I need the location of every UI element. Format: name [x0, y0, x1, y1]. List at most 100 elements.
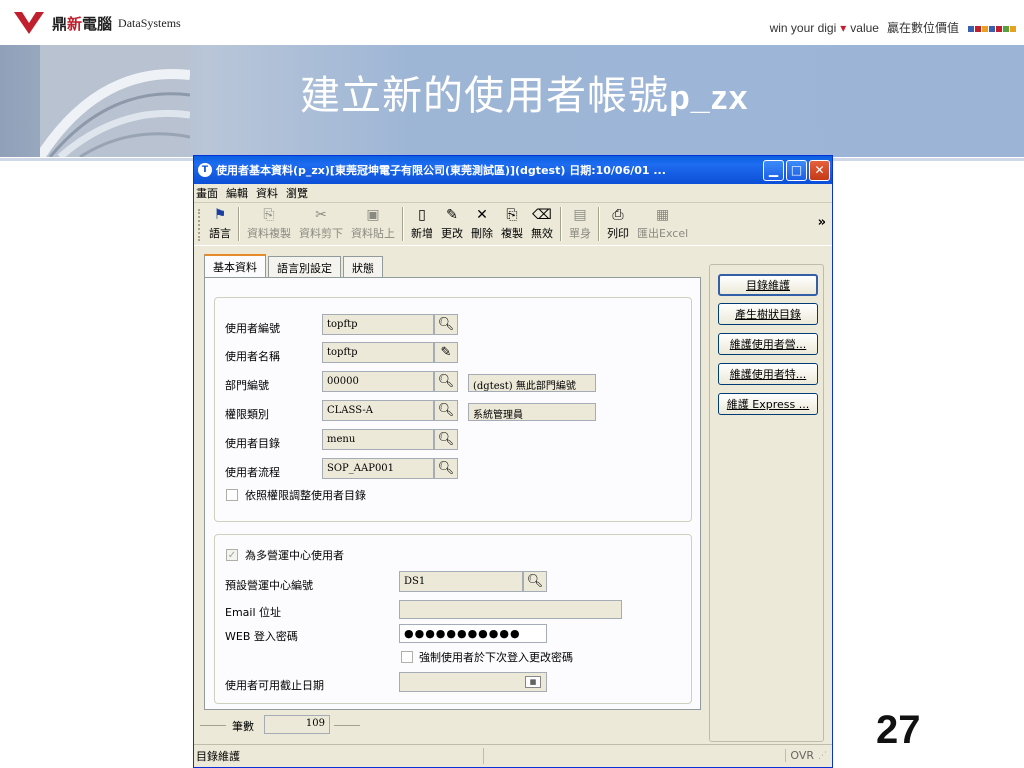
dept-field[interactable]: 00000	[322, 371, 434, 392]
user-name-field[interactable]: topftp	[322, 342, 434, 363]
pencil-icon: ✎	[440, 345, 452, 360]
adjust-menu-label: 依照權限調整使用者目錄	[245, 489, 366, 502]
toolbar-paste-button[interactable]: ▣ 資料貼上	[347, 203, 399, 241]
toolbar-invalid-button[interactable]: ⌫ 無效	[527, 203, 557, 241]
user-name-label: 使用者名稱	[225, 350, 280, 363]
record-count-label: 筆數	[232, 720, 254, 733]
search-icon: 🔍︎	[526, 574, 544, 589]
flag-icon: ⚑	[213, 207, 227, 223]
toolbar-grip[interactable]	[198, 209, 202, 241]
maintain-express-button[interactable]: 維護 Express ...	[718, 393, 818, 415]
menu-screen[interactable]: 畫面	[196, 185, 218, 201]
toolbar-export-excel-button[interactable]: ▦ 匯出Excel	[633, 203, 692, 241]
tab-language-settings[interactable]: 語言別設定	[268, 256, 341, 278]
user-menu-field[interactable]: menu	[322, 429, 434, 450]
toolbar-delete-button[interactable]: ✕ 刪除	[467, 203, 497, 241]
menu-browse[interactable]: 瀏覽	[286, 185, 308, 201]
adjust-menu-checkbox[interactable]	[226, 489, 238, 501]
tab-basic-info[interactable]: 基本資料	[204, 254, 266, 278]
new-file-icon: ▯	[418, 207, 426, 223]
calendar-icon[interactable]: ▦	[525, 676, 541, 688]
web-password-field[interactable]: ●●●●●●●●●●●	[399, 624, 547, 643]
toolbar-detail-button[interactable]: ▤ 單身	[565, 203, 595, 241]
logo-mark-icon	[14, 12, 44, 34]
staircase-image	[40, 45, 190, 157]
toolbar: ⚑ 語言 ⎘ 資料複製 ✂ 資料剪下 ▣ 資料貼上 ▯ 新增 ✎ 更改 ✕ 刪除 ⎘ 複製 ⌫ 無…	[194, 202, 832, 246]
generate-tree-menu-button[interactable]: 產生樹狀目錄	[718, 303, 818, 325]
expire-date-label: 使用者可用截止日期	[225, 679, 324, 692]
force-change-password-label: 強制使用者於下次登入更改密碼	[419, 651, 573, 664]
toolbar-print-button[interactable]: ⎙ 列印	[603, 203, 633, 241]
web-password-label: WEB 登入密碼	[225, 630, 298, 643]
user-name-edit-button[interactable]: ✎	[434, 342, 458, 363]
user-id-label: 使用者編號	[225, 322, 280, 335]
toolbar-language-button[interactable]: ⚑ 語言	[205, 203, 235, 241]
default-center-search-button[interactable]: 🔍︎	[523, 571, 547, 592]
role-label: 權限類別	[225, 408, 269, 421]
detail-icon: ▤	[573, 207, 587, 223]
tab-status[interactable]: 狀態	[343, 256, 383, 278]
tagline-checkmark: ▾	[840, 20, 847, 35]
pencil-icon: ✎	[446, 207, 458, 223]
role-description: 系統管理員	[468, 403, 596, 421]
slide-header-top: 鼎新電腦 DataSystems win your digi ▾ value 贏在數…	[0, 0, 1024, 45]
printer-icon: ⎙	[612, 207, 624, 223]
toolbar-edit-button[interactable]: ✎ 更改	[437, 203, 467, 241]
role-search-button[interactable]: 🔍︎	[434, 400, 458, 421]
record-count-row: 筆數 109	[194, 714, 702, 736]
toolbar-copy-data-button[interactable]: ⎘ 資料複製	[243, 203, 295, 241]
logo-chinese-text: 鼎新電腦	[52, 14, 113, 33]
dept-search-button[interactable]: 🔍︎	[434, 371, 458, 392]
tagline: win your digi ▾ value 贏在數位價值	[770, 19, 1016, 36]
window-title: 使用者基本資料(p_zx)[東莞冠坤電子有限公司(東莞測試區)](dgtest)…	[216, 164, 666, 177]
menu-maintenance-button[interactable]: 目錄維護	[718, 274, 818, 296]
user-id-field[interactable]: topftp	[322, 314, 434, 335]
search-icon: 🔍︎	[437, 374, 455, 389]
maintain-user-special-button[interactable]: 維護使用者特...	[718, 363, 818, 385]
logo-english-text: DataSystems	[118, 15, 181, 30]
cut-icon: ✂	[315, 207, 327, 223]
search-icon: 🔍︎	[437, 403, 455, 418]
role-field[interactable]: CLASS-A	[322, 400, 434, 421]
record-count-value: 109	[264, 715, 330, 734]
trash-icon: ⌫	[532, 207, 552, 223]
toolbar-copy-button[interactable]: ⎘ 複製	[497, 203, 527, 241]
force-change-password-checkbox[interactable]	[401, 651, 413, 663]
window-titlebar[interactable]: T 使用者基本資料(p_zx)[東莞冠坤電子有限公司(東莞測試區)](dgtes…	[194, 156, 832, 184]
user-id-search-button[interactable]: 🔍︎	[434, 314, 458, 335]
default-center-label: 預設營運中心編號	[225, 579, 313, 592]
user-menu-label: 使用者目錄	[225, 437, 280, 450]
user-menu-search-button[interactable]: 🔍︎	[434, 429, 458, 450]
multi-center-checkbox[interactable]: ✓	[226, 549, 238, 561]
app-icon: T	[198, 163, 212, 177]
toolbar-new-button[interactable]: ▯ 新增	[407, 203, 437, 241]
search-icon: 🔍︎	[437, 461, 455, 476]
slide-title: 建立新的使用者帳號p_zx	[300, 73, 749, 119]
page-number: 27	[876, 708, 921, 752]
search-icon: 🔍︎	[437, 432, 455, 447]
email-label: Email 位址	[225, 606, 282, 619]
menu-data[interactable]: 資料	[256, 185, 278, 201]
email-field[interactable]	[399, 600, 622, 619]
toolbar-cut-button[interactable]: ✂ 資料剪下	[295, 203, 347, 241]
minimize-button[interactable]: ▁	[763, 159, 784, 181]
close-button[interactable]: ✕	[809, 159, 830, 181]
maximize-button[interactable]: □	[786, 159, 807, 181]
dept-description: (dgtest) 無此部門編號	[468, 374, 596, 392]
overwrite-indicator: OVR	[785, 749, 818, 762]
user-flow-search-button[interactable]: 🔍︎	[434, 458, 458, 479]
paste-icon: ▣	[366, 207, 380, 223]
copy-data-icon: ⎘	[263, 207, 275, 223]
user-flow-field[interactable]: SOP_AAP001	[322, 458, 434, 479]
toolbar-more-button[interactable]: »	[818, 215, 826, 230]
menu-edit[interactable]: 編輯	[226, 185, 248, 201]
multi-center-label: 為多營運中心使用者	[245, 549, 344, 562]
copy-icon: ⎘	[506, 207, 518, 223]
delete-x-icon: ✕	[476, 207, 488, 223]
dept-label: 部門編號	[225, 379, 269, 392]
resize-grip-icon[interactable]: ⋰	[818, 751, 832, 761]
user-profile-window: T 使用者基本資料(p_zx)[東莞冠坤電子有限公司(東莞測試區)](dgtes…	[193, 155, 833, 768]
maintain-user-center-button[interactable]: 維護使用者營...	[718, 333, 818, 355]
basic-info-panel: 使用者編號 topftp 🔍︎ 使用者名稱 topftp ✎ 部門編號 0000…	[204, 277, 701, 710]
default-center-field[interactable]: DS1	[399, 571, 523, 592]
